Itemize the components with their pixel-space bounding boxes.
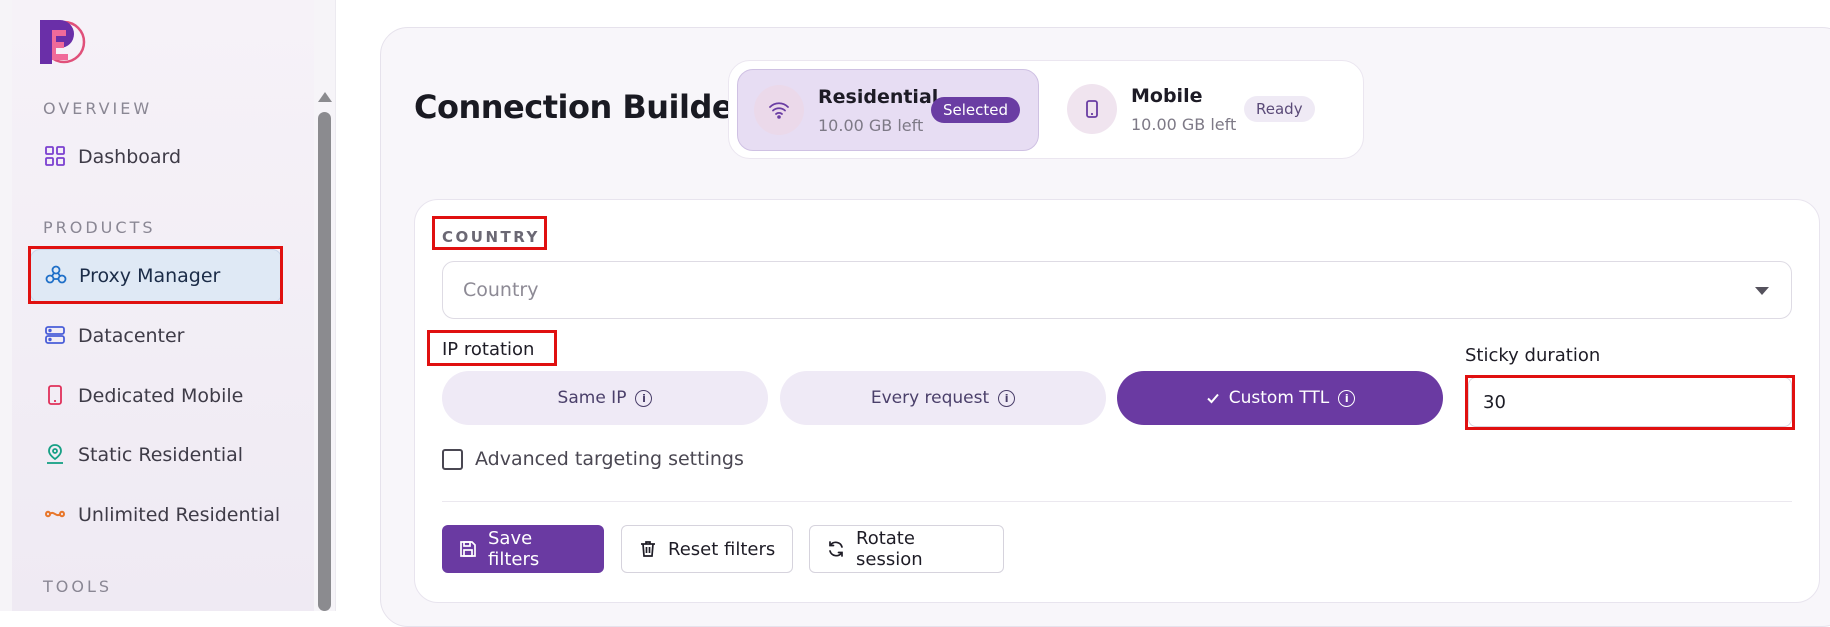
phone-icon bbox=[1067, 84, 1117, 134]
sidebar-item-label: Static Residential bbox=[78, 444, 244, 466]
highlight-box-ip-rotation bbox=[427, 330, 557, 366]
pool-name: Residential bbox=[818, 86, 939, 108]
sidebar-item-dedicated-mobile[interactable]: Dedicated Mobile bbox=[30, 369, 282, 423]
sidebar-item-label: Dedicated Mobile bbox=[78, 385, 244, 407]
pool-card-residential[interactable]: Residential 10.00 GB left Selected bbox=[737, 69, 1039, 151]
highlight-box-proxy-manager bbox=[28, 246, 283, 304]
sidebar: OVERVIEW Dashboard PRODUCTS Proxy Manage… bbox=[0, 0, 336, 611]
rotation-option-label: Same IP bbox=[557, 388, 627, 408]
button-label: Save filters bbox=[488, 528, 540, 570]
info-icon[interactable]: i bbox=[998, 389, 1016, 407]
sidebar-item-label: Datacenter bbox=[78, 325, 185, 347]
divider bbox=[442, 501, 1792, 502]
highlight-box-sticky-duration bbox=[1465, 375, 1795, 430]
pool-card-mobile[interactable]: Mobile 10.00 GB left Ready bbox=[1051, 69, 1353, 151]
chevron-down-icon bbox=[1755, 287, 1769, 295]
phone-icon bbox=[44, 384, 68, 408]
refresh-icon bbox=[826, 539, 846, 559]
logo[interactable] bbox=[34, 16, 86, 68]
server-icon bbox=[44, 324, 68, 348]
sidebar-item-label: Unlimited Residential bbox=[78, 504, 281, 526]
grid-icon bbox=[44, 145, 68, 169]
country-placeholder: Country bbox=[463, 279, 539, 301]
advanced-targeting-label: Advanced targeting settings bbox=[475, 448, 744, 470]
status-badge: Ready bbox=[1244, 96, 1315, 122]
rotation-option-every-request[interactable]: Every request i bbox=[780, 371, 1106, 425]
sidebar-scrollbar-thumb[interactable] bbox=[318, 112, 331, 611]
button-label: Rotate session bbox=[856, 528, 923, 570]
section-title-tools: TOOLS bbox=[43, 577, 113, 596]
sidebar-item-label: Dashboard bbox=[78, 146, 182, 168]
trash-icon bbox=[638, 539, 658, 559]
sidebar-item-dashboard[interactable]: Dashboard bbox=[30, 130, 282, 184]
save-filters-button[interactable]: Save filters bbox=[442, 525, 604, 573]
sticky-duration-label: Sticky duration bbox=[1465, 345, 1601, 366]
pool-switcher: Residential 10.00 GB left Selected Mobil… bbox=[728, 60, 1364, 159]
section-title-overview: OVERVIEW bbox=[43, 99, 153, 118]
advanced-targeting-checkbox[interactable] bbox=[442, 449, 463, 470]
highlight-box-country bbox=[432, 216, 547, 250]
wifi-icon bbox=[754, 85, 804, 135]
pool-remaining: 10.00 GB left bbox=[1131, 115, 1237, 134]
pool-name: Mobile bbox=[1131, 85, 1203, 107]
save-icon bbox=[458, 539, 478, 559]
info-icon[interactable]: i bbox=[635, 389, 653, 407]
info-icon[interactable]: i bbox=[1338, 389, 1356, 407]
rotation-option-label: Every request bbox=[870, 388, 990, 408]
rotation-option-same-ip[interactable]: Same IP i bbox=[442, 371, 768, 425]
rotate-session-button[interactable]: Rotate session bbox=[809, 525, 1004, 573]
reset-filters-button[interactable]: Reset filters bbox=[621, 525, 793, 573]
page-title: Connection Builder bbox=[414, 88, 749, 126]
sidebar-item-unlimited-residential[interactable]: Unlimited Residential bbox=[30, 488, 282, 542]
pool-remaining: 10.00 GB left bbox=[818, 116, 924, 135]
infinity-icon bbox=[44, 503, 68, 527]
rotation-option-label: Custom TTL bbox=[1228, 388, 1330, 408]
button-label: Reset filters bbox=[668, 538, 776, 560]
location-person-icon bbox=[44, 443, 68, 467]
rotation-option-custom-ttl[interactable]: Custom TTL i bbox=[1117, 371, 1443, 425]
sidebar-item-static-residential[interactable]: Static Residential bbox=[30, 428, 282, 482]
check-icon bbox=[1205, 390, 1221, 406]
section-title-products: PRODUCTS bbox=[43, 218, 156, 237]
sidebar-item-datacenter[interactable]: Datacenter bbox=[30, 309, 282, 363]
status-badge: Selected bbox=[931, 97, 1021, 123]
scroll-up-arrow-icon[interactable] bbox=[318, 92, 332, 102]
country-select[interactable]: Country bbox=[442, 261, 1792, 319]
